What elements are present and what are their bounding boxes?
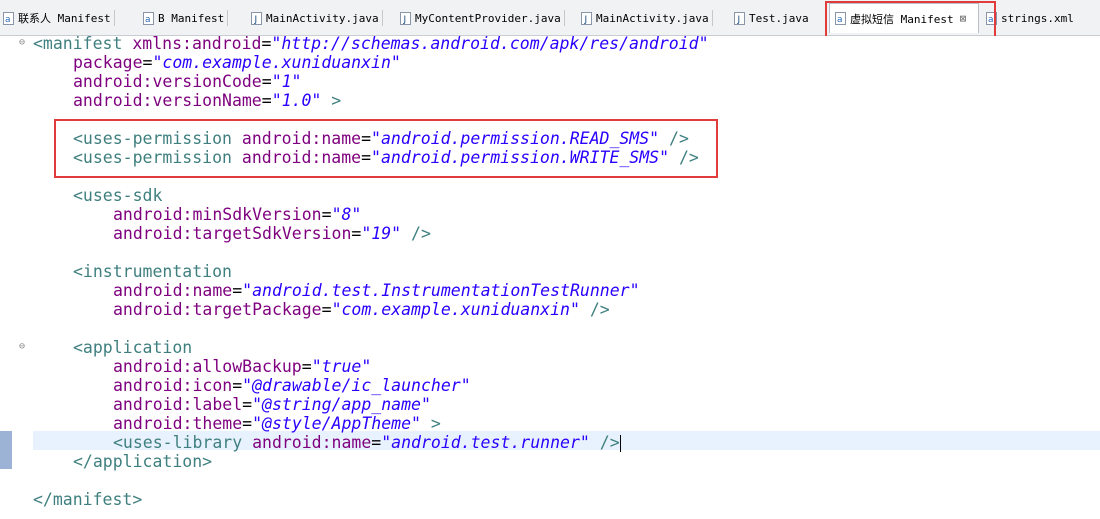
tab-contacts-manifest[interactable]: a 联系人 Manifest xyxy=(2,6,115,30)
tab-label: strings.xml xyxy=(1001,11,1074,25)
java-file-icon: J xyxy=(580,11,592,25)
tab-mycontentprovider-java[interactable]: J MyContentProvider.java xyxy=(399,6,565,30)
code-line-application-close: </application> xyxy=(73,452,213,471)
tab-test-java[interactable]: J Test.java xyxy=(733,6,809,30)
svg-text:J: J xyxy=(253,15,257,25)
java-file-icon: J xyxy=(733,11,745,25)
code-line-read-sms-permission: <uses-permission android:name="android.p… xyxy=(73,129,689,148)
close-tab-icon[interactable]: ⊠ xyxy=(960,12,967,25)
xml-editor[interactable]: ⊖ ⊖ <manifest xmlns:android="http://sche… xyxy=(0,34,1100,519)
editor-tab-bar: a 联系人 Manifest a B Manifest J MainActivi… xyxy=(0,0,1100,36)
code-line-2: package="com.example.xuniduanxin" xyxy=(73,53,401,72)
code-line-uses-sdk: <uses-sdk xyxy=(73,186,163,205)
svg-text:J: J xyxy=(736,15,740,25)
tab-virtual-sms-manifest[interactable]: a 虚拟短信 Manifest ⊠ xyxy=(829,3,979,33)
code-line-4: android:versionName="1.0" > xyxy=(73,91,342,110)
java-file-icon: J xyxy=(250,11,262,25)
code-line-application: <application xyxy=(73,338,193,357)
code-line-uses-library: <uses-library android:name="android.test… xyxy=(113,433,621,452)
code-line-allow-backup: android:allowBackup="true" xyxy=(113,357,372,376)
svg-text:J: J xyxy=(583,15,587,25)
xml-file-icon: a xyxy=(985,11,997,25)
code-line-write-sms-permission: <uses-permission android:name="android.p… xyxy=(73,148,699,167)
tab-label: Test.java xyxy=(749,11,809,25)
tab-label: 虚拟短信 Manifest xyxy=(850,12,954,26)
tab-label: MyContentProvider.java xyxy=(415,11,561,25)
xml-manifest-icon: a xyxy=(834,12,846,26)
code-line-instr-name: android:name="android.test.Instrumentati… xyxy=(113,281,640,300)
svg-text:a: a xyxy=(837,15,843,25)
code-line-theme: android:theme="@style/AppTheme" > xyxy=(113,414,441,433)
tab-mainactivity-java-2[interactable]: J MainActivity.java xyxy=(580,6,713,30)
java-file-icon: J xyxy=(399,11,411,25)
svg-text:J: J xyxy=(402,15,406,25)
fold-toggle-icon[interactable]: ⊖ xyxy=(19,342,29,352)
code-line-min-sdk: android:minSdkVersion="8" xyxy=(113,205,362,224)
tab-label: MainActivity.java xyxy=(596,11,709,25)
code-line-3: android:versionCode="1" xyxy=(73,72,302,91)
tab-label: 联系人 Manifest xyxy=(18,12,111,25)
code-line-label: android:label="@string/app_name" xyxy=(113,395,431,414)
code-line-1: <manifest xmlns:android="http://schemas.… xyxy=(33,34,709,53)
tab-strings-xml[interactable]: a strings.xml xyxy=(985,6,1074,30)
code-line-target-package: android:targetPackage="com.example.xunid… xyxy=(113,300,610,319)
xml-manifest-icon: a xyxy=(142,11,154,25)
code-line-target-sdk: android:targetSdkVersion="19" /> xyxy=(113,224,431,243)
svg-text:a: a xyxy=(988,15,994,25)
code-line-instrumentation: <instrumentation xyxy=(73,262,232,281)
xml-manifest-icon: a xyxy=(2,11,14,25)
tab-mainactivity-java[interactable]: J MainActivity.java xyxy=(250,6,383,30)
svg-text:a: a xyxy=(145,15,151,25)
fold-toggle-icon[interactable]: ⊖ xyxy=(19,38,29,48)
svg-text:a: a xyxy=(5,15,11,25)
change-marker xyxy=(0,431,12,469)
tab-label: B Manifest xyxy=(158,11,225,25)
tab-label: MainActivity.java xyxy=(266,11,379,25)
code-line-manifest-close: </manifest> xyxy=(33,490,143,509)
tab-b-manifest[interactable]: a B Manifest xyxy=(142,6,229,30)
code-line-icon: android:icon="@drawable/ic_launcher" xyxy=(113,376,471,395)
text-caret xyxy=(619,435,621,452)
